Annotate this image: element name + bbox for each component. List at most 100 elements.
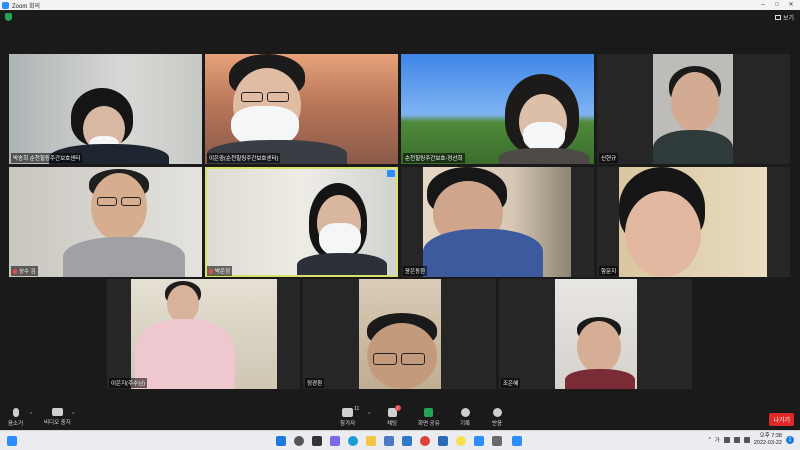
share-screen-icon — [424, 408, 434, 417]
participant-name: 박송희 순천힐링주간보호센터 — [11, 153, 83, 163]
participant-name: 상수 김 — [11, 266, 38, 276]
participant-name: 신현규 — [599, 153, 619, 163]
participant-name: 조은혜 — [501, 378, 521, 388]
battery-icon[interactable] — [743, 437, 750, 443]
participants-icon: 11 — [342, 406, 359, 417]
participant-video — [555, 279, 637, 389]
clock[interactable]: 오후 7:38 2022-03-22 — [754, 433, 782, 447]
zoom-icon[interactable] — [474, 436, 484, 446]
ime-language[interactable]: 가 — [715, 436, 720, 444]
participant-video — [9, 54, 202, 164]
participant-tile[interactable]: 신현규 — [597, 54, 790, 164]
app-icon[interactable] — [438, 436, 448, 446]
volume-icon[interactable] — [733, 437, 740, 443]
window-title: Zoom 회의 — [12, 3, 41, 10]
participant-tile[interactable]: 이은지(주수님) — [107, 279, 300, 389]
record-icon — [460, 408, 470, 417]
participants-count: 11 — [354, 406, 360, 412]
chat-bubble-icon: 2 — [387, 405, 401, 417]
system-tray: ^ 가 오후 7:38 2022-03-22 1 — [708, 433, 794, 447]
participant-tile[interactable]: 정경환 — [303, 279, 496, 389]
view-button[interactable]: 보기 — [774, 13, 794, 22]
chat-button[interactable]: 2 채팅 — [387, 405, 401, 427]
audio-options-caret[interactable]: ^ — [30, 412, 32, 418]
chrome-icon[interactable] — [420, 436, 430, 446]
participant-name-text: 상수 김 — [19, 269, 36, 275]
participant-tile[interactable]: 박송희 순천힐링주간보호센터 — [9, 54, 202, 164]
security-shield-icon[interactable] — [5, 13, 12, 21]
close-button[interactable]: ✕ — [784, 0, 798, 10]
participants-label: 참가자 — [340, 421, 356, 427]
chat-unread-badge: 2 — [394, 405, 401, 411]
participant-tile[interactable]: 윤은동환 — [401, 167, 594, 277]
participant-video — [205, 54, 398, 164]
widgets-icon[interactable] — [7, 436, 17, 446]
zoom-running-icon[interactable] — [512, 436, 522, 446]
chat-icon[interactable] — [330, 436, 340, 446]
smiley-icon — [492, 408, 502, 417]
participant-name: 이은지(주수님) — [109, 378, 148, 388]
video-camera-icon — [51, 408, 63, 416]
record-label: 기록 — [460, 421, 471, 427]
clock-time: 오후 7:38 — [759, 433, 782, 439]
pin-video-icon[interactable] — [387, 170, 395, 177]
windows-taskbar: ^ 가 오후 7:38 2022-03-22 1 — [0, 430, 800, 450]
participants-button[interactable]: 11 참가자 — [340, 406, 359, 427]
video-options-caret[interactable]: ^ — [72, 412, 74, 418]
participant-name-text: 박은정 — [215, 269, 231, 275]
store-icon[interactable] — [384, 436, 394, 446]
title-bar: Zoom 회의 – □ ✕ — [0, 0, 800, 10]
mic-muted-icon — [209, 269, 213, 275]
meeting-controls: 음소거 ^ 비디오 중지 ^ 11 참가자 ^ 2 채팅 화면 공유 기록 반응… — [0, 404, 800, 430]
participant-video — [401, 54, 594, 164]
edge-icon[interactable] — [348, 436, 358, 446]
reactions-label: 반응 — [492, 421, 503, 427]
participant-name: 정경환 — [305, 378, 325, 388]
chevron-up-icon[interactable]: ^ — [708, 437, 710, 443]
participant-name: 박은정 — [207, 266, 233, 276]
participant-video — [653, 54, 733, 164]
participant-video — [359, 279, 441, 389]
mute-label: 음소거 — [8, 421, 24, 427]
share-screen-label: 화면 공유 — [418, 421, 440, 427]
taskbar-app-icon[interactable] — [492, 436, 502, 446]
mute-button[interactable]: 음소거 — [8, 408, 23, 427]
participant-name: 이은중(순천힐링주간보호센터) — [207, 153, 281, 163]
share-screen-button[interactable]: 화면 공유 — [418, 408, 440, 427]
zoom-app-icon — [2, 1, 9, 9]
participant-name: 순천힐링주간보호-정선희 — [403, 153, 465, 163]
participants-options-caret[interactable]: ^ — [368, 412, 370, 418]
participant-video — [619, 167, 767, 277]
stop-video-button[interactable]: 비디오 중지 — [44, 408, 71, 426]
record-button[interactable]: 기록 — [460, 408, 470, 427]
participant-tile[interactable]: 함문지 — [597, 167, 790, 277]
wifi-icon[interactable] — [723, 437, 730, 443]
participant-video — [131, 279, 277, 389]
reactions-button[interactable]: 반응 — [492, 408, 502, 427]
participant-video — [9, 167, 202, 277]
chat-label: 채팅 — [387, 421, 398, 427]
start-icon[interactable] — [276, 436, 286, 446]
maximize-button[interactable]: □ — [770, 0, 784, 10]
participant-name: 윤은동환 — [403, 266, 428, 276]
mail-icon[interactable] — [402, 436, 412, 446]
gallery-view: 박송희 순천힐링주간보호센터 이은중(순천힐링주간보호센터) 순천힐링주간보호-… — [0, 24, 800, 404]
microphone-icon — [12, 408, 19, 417]
leave-button[interactable]: 나가기 — [769, 413, 794, 426]
explorer-icon[interactable] — [366, 436, 376, 446]
kakao-icon[interactable] — [456, 436, 466, 446]
participant-name: 함문지 — [599, 266, 619, 276]
meeting-top-bar: 보기 — [0, 10, 800, 24]
minimize-button[interactable]: – — [756, 0, 770, 10]
stop-video-label: 비디오 중지 — [44, 420, 71, 426]
taskview-icon[interactable] — [312, 436, 322, 446]
grid-view-icon — [774, 15, 781, 20]
notification-count[interactable]: 1 — [786, 436, 794, 444]
participant-tile[interactable]: 이은중(순천힐링주간보호센터) — [205, 54, 398, 164]
search-icon[interactable] — [294, 436, 304, 446]
participant-tile-active-speaker[interactable]: 박은정 — [205, 167, 398, 277]
participant-tile[interactable]: 조은혜 — [499, 279, 692, 389]
participant-tile[interactable]: 순천힐링주간보호-정선희 — [401, 54, 594, 164]
participant-video — [207, 169, 396, 275]
participant-tile[interactable]: 상수 김 — [9, 167, 202, 277]
